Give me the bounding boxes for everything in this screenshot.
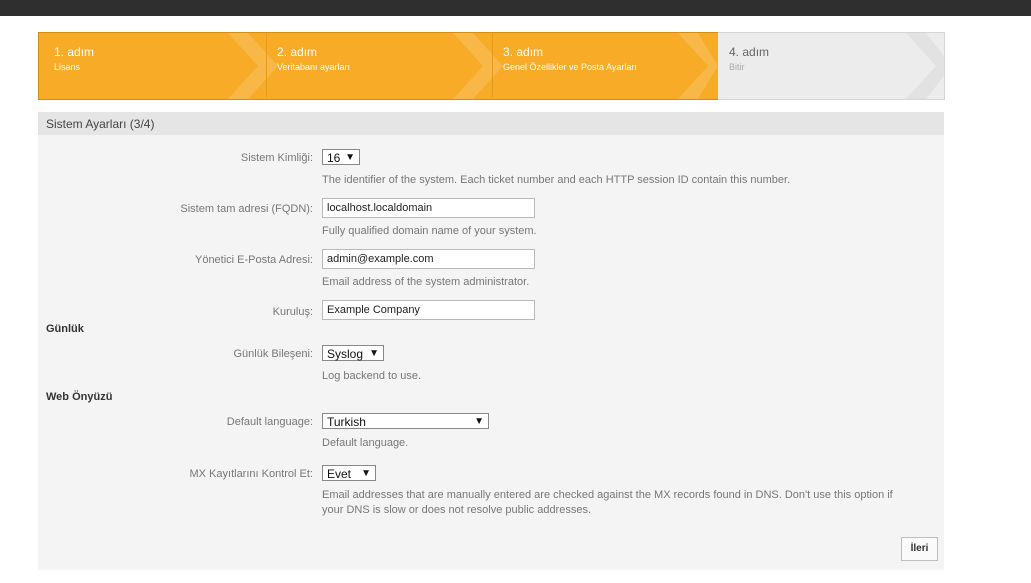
mx-check-select[interactable]: Evet ▼: [322, 465, 376, 481]
mx-check-label: MX Kayıtlarını Kontrol Et:: [189, 468, 314, 480]
log-module-hint: Log backend to use.: [322, 370, 422, 382]
section-web-heading: Web Önyüzü: [46, 391, 113, 403]
default-language-hint: Default language.: [322, 437, 409, 449]
default-language-label: Default language:: [226, 416, 313, 428]
step-title: 4. adım: [729, 45, 770, 59]
organization-label: Kuruluş:: [272, 306, 313, 318]
log-module-label: Günlük Bileşeni:: [233, 348, 314, 360]
selected-value: Syslog: [327, 347, 364, 361]
fqdn-hint: Fully qualified domain name of your syst…: [322, 225, 537, 237]
wizard-steps: 1. adım Lisans 2. adım Veritabanı ayarla…: [38, 32, 945, 100]
chevron-down-icon: ▼: [369, 348, 379, 359]
mx-check-hint-line-2: your DNS is slow or does not resolve pub…: [322, 504, 592, 516]
selected-value: 16: [327, 151, 341, 165]
fqdn-input[interactable]: localhost.localdomain: [322, 198, 535, 218]
chevron-down-icon: ▼: [474, 416, 484, 427]
admin-email-hint: Email address of the system administrato…: [322, 276, 530, 288]
system-id-hint: The identifier of the system. Each ticke…: [322, 174, 791, 186]
panel-title: Sistem Ayarları (3/4): [46, 117, 155, 131]
system-id-select[interactable]: 16 ▼: [322, 149, 360, 165]
step-subtitle: Genel Özellikler ve Posta Ayarları: [503, 62, 637, 72]
wizard-step-1: 1. adım Lisans: [38, 32, 266, 100]
next-button[interactable]: İleri: [901, 537, 938, 561]
wizard-step-4: 4. adım Bitir: [713, 32, 941, 100]
chevron-down-icon: ▼: [345, 152, 355, 163]
fqdn-label: Sistem tam adresi (FQDN):: [180, 203, 313, 215]
panel-header: Sistem Ayarları (3/4): [38, 112, 944, 135]
step-subtitle: Bitir: [729, 62, 745, 72]
default-language-select[interactable]: Turkish ▼: [322, 413, 489, 429]
admin-email-input[interactable]: admin@example.com: [322, 249, 535, 269]
organization-input[interactable]: Example Company: [322, 300, 535, 320]
system-id-label: Sistem Kimliği:: [240, 152, 313, 164]
step-subtitle: Veritabanı ayarları: [277, 62, 351, 72]
top-bar: [0, 0, 1031, 16]
chevron-down-icon: ▼: [361, 468, 371, 479]
step-title: 1. adım: [54, 45, 95, 59]
wizard-step-3: 3. adım Genel Özellikler ve Posta Ayarla…: [487, 32, 715, 100]
step-subtitle: Lisans: [54, 62, 81, 72]
mx-check-hint-line-1: Email addresses that are manually entere…: [322, 489, 893, 501]
wizard-step-2: 2. adım Veritabanı ayarları: [261, 32, 489, 100]
section-log-heading: Günlük: [46, 323, 84, 335]
admin-email-label: Yönetici E-Posta Adresi:: [194, 254, 313, 266]
step-title: 2. adım: [277, 45, 318, 59]
log-module-select[interactable]: Syslog ▼: [322, 345, 384, 361]
selected-value: Evet: [327, 467, 352, 481]
step-title: 3. adım: [503, 45, 544, 59]
selected-value: Turkish: [327, 415, 366, 429]
